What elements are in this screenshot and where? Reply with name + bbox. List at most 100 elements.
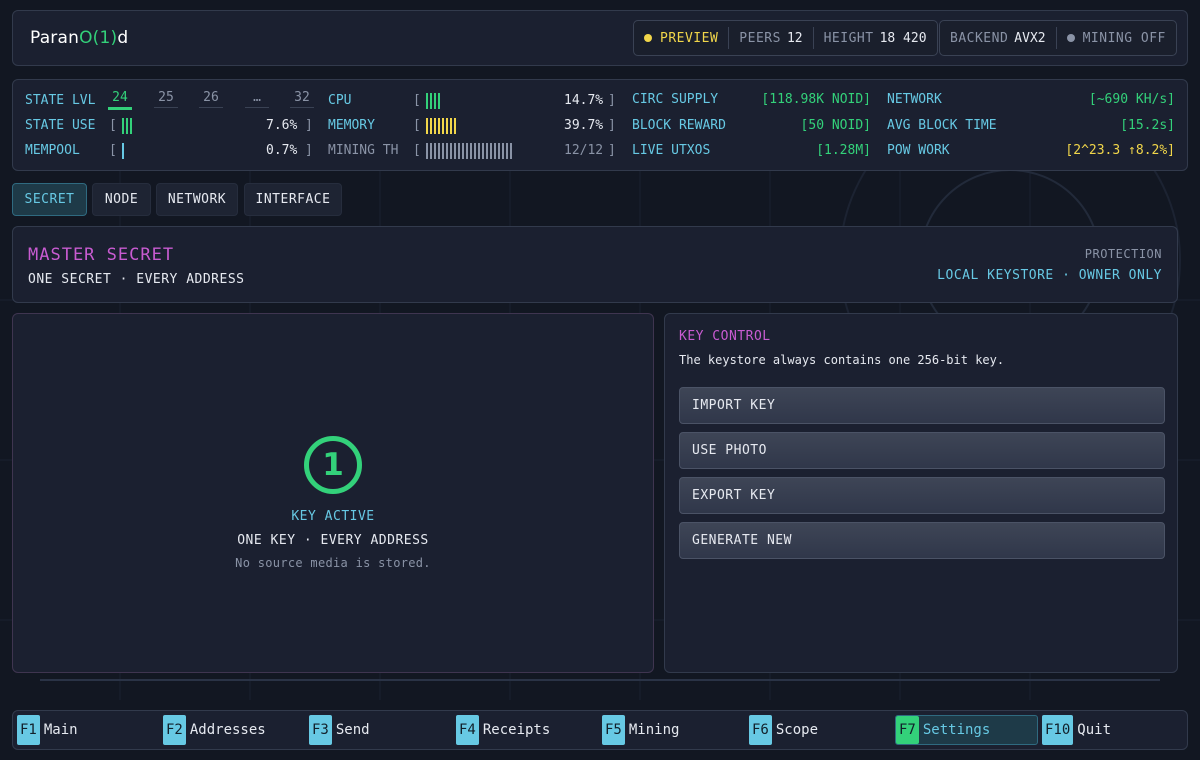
state-use-label: STATE USE [25,118,96,133]
memory-meter-segment [438,118,440,134]
mining-threads-meter-segment [486,143,488,159]
state-use-meter [122,118,132,134]
tab-secret[interactable]: SECRET [12,183,87,216]
live-utxos-label: LIVE UTXOS [632,143,711,158]
use-photo-button[interactable]: USE PHOTO [679,432,1165,469]
fkey-mining[interactable]: F5 Mining [602,715,679,745]
cpu-bracket-close: ] [608,93,616,108]
fkey-mining-label: Mining [628,722,680,738]
backend-chip-group: BACKEND AVX2 MINING OFF [939,20,1177,56]
state-use-bracket-open: [ [109,118,117,133]
mining-threads-meter-segment [502,143,504,159]
mempool-bracket-close: ] [305,143,313,158]
tab-network[interactable]: NETWORK [156,183,238,216]
memory-meter-segment [430,118,432,134]
mining-threads-meter-segment [426,143,428,159]
fkey-scope[interactable]: F6 Scope [749,715,818,745]
mempool-label: MEMPOOL [25,143,80,158]
state-use-bracket-close: ] [305,118,313,133]
state-lvl-label: STATE LVL [25,93,96,108]
mining-th-label: MINING TH [328,143,399,158]
mining-th-value: 12/12 [564,143,604,158]
fkey-settings-label: Settings [922,722,991,738]
memory-meter-segment [454,118,456,134]
mempool-value: 0.7% [266,143,298,158]
mining-threads-meter-segment [438,143,440,159]
memory-bracket-open: [ [413,118,421,133]
fkey-addresses[interactable]: F2 Addresses [163,715,266,745]
level-tab-24[interactable]: 24 [108,90,132,110]
fkey-main[interactable]: F1 Main [17,715,78,745]
memory-value: 39.7% [564,118,604,133]
state-use-meter-segment [126,118,128,134]
fkey-settings[interactable]: F7 Settings [895,715,1038,745]
status-chip-group: PREVIEW PEERS 12 HEIGHT 18 420 [633,20,938,56]
generate-new-button[interactable]: GENERATE NEW [679,522,1165,559]
import-key-button[interactable]: IMPORT KEY [679,387,1165,424]
fkey-receipts[interactable]: F4 Receipts [456,715,550,745]
memory-bracket-close: ] [608,118,616,133]
mining-threads-meter-segment [490,143,492,159]
memory-meter [426,118,456,134]
protection-value: LOCAL KEYSTORE · OWNER ONLY [937,268,1162,283]
level-tab-25[interactable]: 25 [154,90,178,108]
fkey-send-label: Send [335,722,370,738]
stats-panel: STATE LVL 24 25 26 … 32 STATE USE [ 7.6%… [12,79,1188,171]
mining-status: MINING OFF [1055,27,1176,49]
pow-work-value: [2^23.3 ↑8.2%] [1065,143,1175,158]
fkey-addresses-label: Addresses [189,722,266,738]
mining-threads-meter-segment [478,143,480,159]
memory-meter-segment [442,118,444,134]
fkey-quit[interactable]: F10 Quit [1042,715,1111,745]
key-active-icon: 1 [304,436,362,494]
height-indicator: HEIGHT 18 420 [812,27,937,49]
preview-dot-icon [644,34,652,42]
export-key-button[interactable]: EXPORT KEY [679,477,1165,514]
mining-threads-meter-segment [454,143,456,159]
tab-interface[interactable]: INTERFACE [244,183,342,216]
master-secret-panel: MASTER SECRET ONE SECRET · EVERY ADDRESS… [12,226,1178,303]
block-reward-label: BLOCK REWARD [632,118,726,133]
tab-node[interactable]: NODE [92,183,151,216]
fkey-mining-key: F5 [602,715,625,745]
function-key-bar: F1 Main F2 Addresses F3 Send F4 Receipts F5 M… [12,710,1188,750]
fkey-main-label: Main [43,722,78,738]
state-use-meter-segment [130,118,132,134]
cpu-meter-segment [430,93,432,109]
live-utxos-value: [1.28M] [816,143,871,158]
mining-threads-meter [426,143,512,159]
mining-threads-meter-segment [430,143,432,159]
fkey-send[interactable]: F3 Send [309,715,370,745]
memory-meter-segment [426,118,428,134]
cpu-meter-segment [434,93,436,109]
key-status-panel: 1 KEY ACTIVE ONE KEY · EVERY ADDRESS No … [12,313,654,673]
preview-badge: PREVIEW [634,27,728,49]
cpu-meter [426,93,440,109]
cpu-meter-segment [426,93,428,109]
fkey-scope-label: Scope [775,722,819,738]
network-value: [~690 KH/s] [1088,92,1175,107]
level-tab-26[interactable]: 26 [199,90,223,108]
mining-th-bracket-open: [ [413,143,421,158]
mining-threads-meter-segment [458,143,460,159]
cpu-label: CPU [328,93,352,108]
mining-threads-meter-segment [446,143,448,159]
fkey-quit-key: F10 [1042,715,1074,745]
mempool-meter [122,143,124,159]
mining-threads-meter-segment [442,143,444,159]
level-ellipsis: … [245,90,269,108]
master-secret-title: MASTER SECRET [28,245,175,265]
fkey-settings-key: F7 [896,716,919,744]
circ-supply-value: [118.98K NOID] [761,92,871,107]
key-active-note: No source media is stored. [235,556,431,570]
memory-meter-segment [446,118,448,134]
block-reward-value: [50 NOID] [800,118,871,133]
mining-threads-meter-segment [506,143,508,159]
mining-threads-meter-segment [482,143,484,159]
state-use-meter-segment [122,118,124,134]
level-tab-32[interactable]: 32 [290,90,314,108]
fkey-scope-key: F6 [749,715,772,745]
mining-threads-meter-segment [498,143,500,159]
key-control-description: The keystore always contains one 256-bit… [679,353,1005,367]
mempool-meter-segment [122,143,124,159]
